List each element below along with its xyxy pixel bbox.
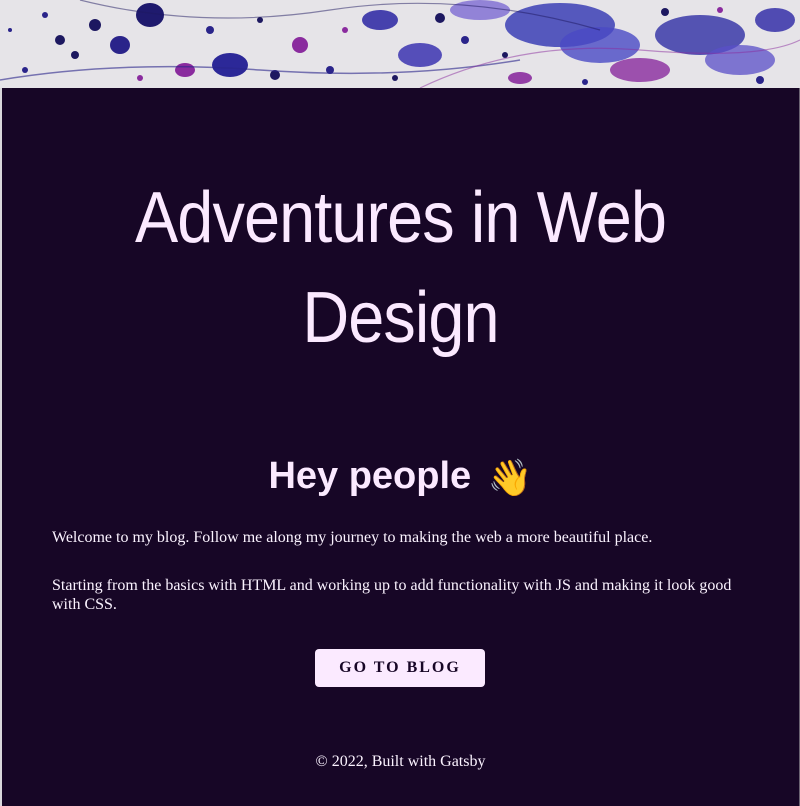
footer-copyright: © 2022, Built with Gatsby xyxy=(315,753,486,770)
waving-hand-icon: 👋 xyxy=(487,457,533,498)
greeting-heading: Hey people 👋 xyxy=(2,450,799,504)
site-title: Adventures in Web Design xyxy=(134,178,667,358)
paint-splatter-image xyxy=(0,0,800,88)
description-paragraph: Starting from the basics with HTML and w… xyxy=(52,577,732,613)
page: Adventures in Web Design Hey people 👋 We… xyxy=(0,0,800,806)
intro-paragraph: Welcome to my blog. Follow me along my j… xyxy=(52,529,653,546)
main-content: Adventures in Web Design Hey people 👋 We… xyxy=(2,88,800,806)
greeting-text: Hey people xyxy=(268,455,472,497)
go-to-blog-button[interactable]: GO TO BLOG xyxy=(315,649,485,687)
paint-splatter-banner xyxy=(0,0,800,88)
